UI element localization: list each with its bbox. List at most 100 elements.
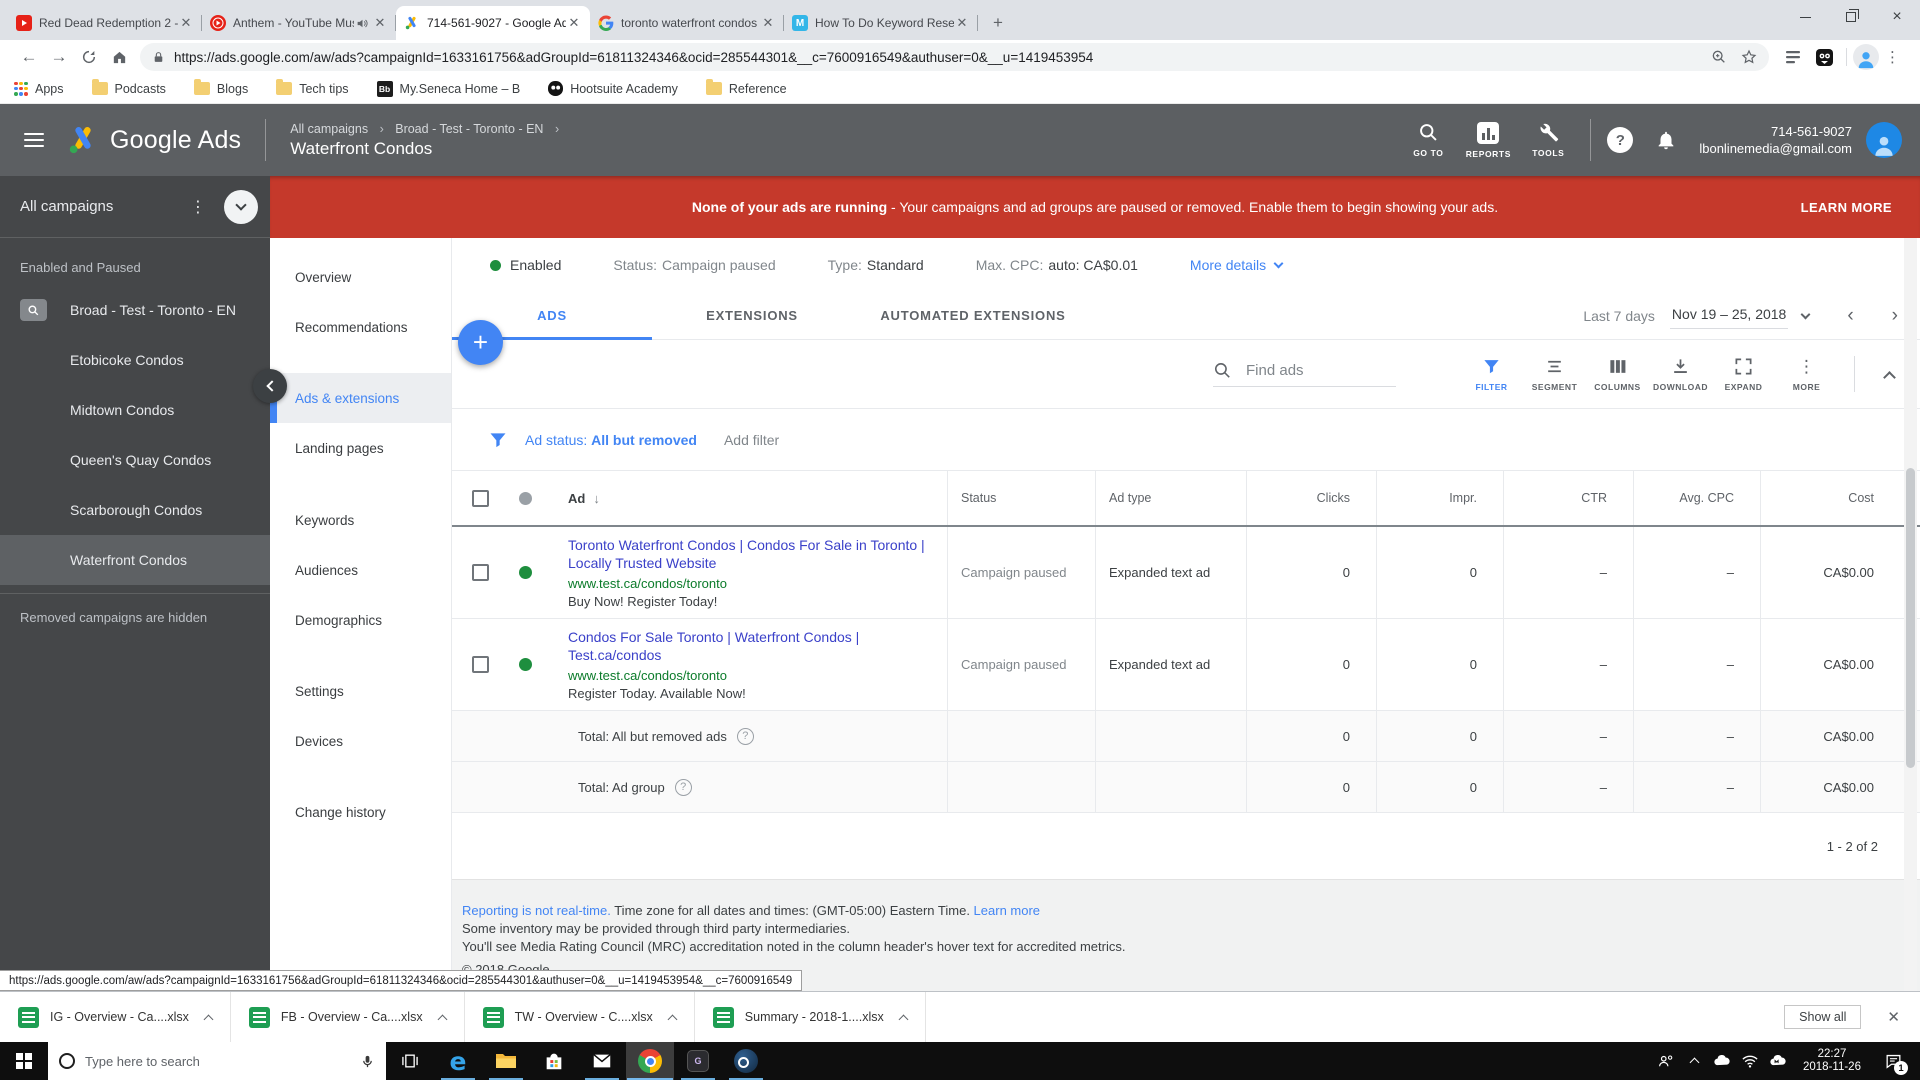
column-header-ctr[interactable]: CTR <box>1503 471 1633 525</box>
tab-audio-icon[interactable] <box>356 17 370 30</box>
nav-item-demographics[interactable]: Demographics <box>270 595 451 645</box>
taskbar-chrome-active[interactable] <box>626 1042 674 1080</box>
column-header-cost[interactable]: Cost <box>1760 471 1900 525</box>
scrollbar-thumb[interactable] <box>1906 468 1915 768</box>
bookmark-hootsuite-academy[interactable]: Hootsuite Academy <box>548 81 678 96</box>
tools-button[interactable]: TOOLS <box>1519 122 1577 158</box>
column-header-ad[interactable]: Ad <box>568 491 585 506</box>
browser-tab-moz[interactable]: M How To Do Keyword Research - T ✕ <box>784 6 978 40</box>
google-ads-logo[interactable]: Google Ads <box>66 123 241 157</box>
breadcrumb-all-campaigns[interactable]: All campaigns <box>290 122 368 136</box>
chevron-down-icon[interactable] <box>1800 309 1811 320</box>
download-item-summary[interactable]: Summary - 2018-1....xlsx <box>695 992 926 1042</box>
page-scrollbar[interactable] <box>1904 238 1917 991</box>
tab-automated-extensions[interactable]: AUTOMATED EXTENSIONS <box>852 292 1094 339</box>
reload-button[interactable] <box>74 43 104 71</box>
task-view-button[interactable] <box>386 1042 434 1080</box>
window-close-button[interactable]: × <box>1874 0 1920 34</box>
help-icon[interactable]: ? <box>674 778 692 796</box>
new-tab-button[interactable]: + <box>984 9 1012 37</box>
nav-item-keywords[interactable]: Keywords <box>270 495 451 545</box>
sidebar-collapse-button[interactable] <box>253 369 287 403</box>
nav-item-landing-pages[interactable]: Landing pages <box>270 423 451 473</box>
filter-button[interactable]: FILTER <box>1460 357 1523 392</box>
account-avatar[interactable] <box>1866 122 1902 158</box>
taskbar-gog[interactable]: G <box>674 1042 722 1080</box>
bookmark-star-icon[interactable] <box>1741 49 1757 65</box>
taskbar-clock[interactable]: 22:27 2018-11-26 <box>1792 1048 1872 1074</box>
add-ad-button[interactable]: + <box>458 320 503 365</box>
browser-menu-icon[interactable]: ⋮ <box>1885 48 1900 66</box>
mega-cloud-icon[interactable] <box>1764 1042 1792 1080</box>
tab-close-icon[interactable]: ✕ <box>760 15 776 31</box>
nav-item-recommendations[interactable]: Recommendations <box>270 302 451 352</box>
bookmark-podcasts[interactable]: Podcasts <box>91 79 166 96</box>
help-icon[interactable]: ? <box>1607 127 1634 153</box>
bookmark-reference[interactable]: Reference <box>705 79 787 96</box>
breadcrumb-ad-group[interactable]: Waterfront Condos <box>290 139 567 159</box>
download-item-tw[interactable]: TW - Overview - C....xlsx <box>465 992 695 1042</box>
nav-item-change-history[interactable]: Change history <box>270 787 451 837</box>
zoom-icon[interactable] <box>1711 49 1727 65</box>
date-range-selector[interactable]: Nov 19 – 25, 2018 <box>1669 304 1789 329</box>
download-button[interactable]: DOWNLOAD <box>1649 357 1712 392</box>
more-details-link[interactable]: More details <box>1190 257 1284 273</box>
taskbar-steam[interactable] <box>722 1042 770 1080</box>
hootsuite-extension-icon[interactable] <box>1816 48 1833 66</box>
bookmark-seneca[interactable]: Bb My.Seneca Home – B <box>376 80 520 97</box>
date-next-button[interactable]: › <box>1892 305 1898 327</box>
address-bar[interactable]: https://ads.google.com/aw/ads?campaignId… <box>140 43 1769 71</box>
window-restore-button[interactable] <box>1828 0 1874 34</box>
go-to-button[interactable]: GO TO <box>1399 122 1457 158</box>
taskbar-search[interactable] <box>48 1042 386 1080</box>
microphone-icon[interactable] <box>360 1054 375 1069</box>
back-button[interactable]: ← <box>14 43 44 71</box>
enabled-label[interactable]: Enabled <box>510 257 561 273</box>
taskbar-store[interactable] <box>530 1042 578 1080</box>
taskbar-mail[interactable] <box>578 1042 626 1080</box>
learn-more-link[interactable]: Learn more <box>974 903 1040 918</box>
browser-profile-avatar[interactable] <box>1853 44 1879 70</box>
sidebar-campaign-waterfront-selected[interactable]: Waterfront Condos <box>0 535 270 585</box>
people-icon[interactable] <box>1652 1042 1680 1080</box>
nav-item-overview[interactable]: Overview <box>270 252 451 302</box>
tab-close-icon[interactable]: ✕ <box>566 15 582 31</box>
browser-tab-youtube[interactable]: Red Dead Redemption 2 - YouTu ✕ <box>8 6 202 40</box>
browser-tab-youtube-music[interactable]: Anthem - YouTube Music ✕ <box>202 6 396 40</box>
menu-icon[interactable] <box>24 133 44 147</box>
row-checkbox[interactable] <box>472 656 489 673</box>
wifi-icon[interactable] <box>1736 1042 1764 1080</box>
ad-title-link[interactable]: Condos For Sale Toronto | Waterfront Con… <box>568 628 940 664</box>
forward-button[interactable]: → <box>44 43 74 71</box>
tab-close-icon[interactable]: ✕ <box>372 15 388 31</box>
start-button[interactable] <box>0 1042 48 1080</box>
help-icon[interactable]: ? <box>736 727 754 745</box>
ad-title-link[interactable]: Toronto Waterfront Condos | Condos For S… <box>568 536 940 572</box>
download-item-ig[interactable]: IG - Overview - Ca....xlsx <box>0 992 231 1042</box>
taskbar-search-input[interactable] <box>85 1053 360 1069</box>
add-filter-button[interactable]: Add filter <box>724 432 779 448</box>
bookmark-tech-tips[interactable]: Tech tips <box>276 79 349 96</box>
browser-tab-google-search[interactable]: toronto waterfront condos - Goo ✕ <box>590 6 784 40</box>
chevron-up-icon[interactable] <box>667 1014 678 1024</box>
sidebar-campaign-scarborough[interactable]: Scarborough Condos <box>0 485 270 535</box>
nav-item-ads-extensions-selected[interactable]: Ads & extensions <box>270 373 451 423</box>
find-ads-input[interactable] <box>1246 362 1396 379</box>
tab-close-icon[interactable]: ✕ <box>178 15 194 31</box>
close-downloads-bar-icon[interactable]: ✕ <box>1887 1008 1900 1026</box>
ad-status-filter-chip[interactable]: Ad status: All but removed <box>525 432 697 448</box>
nav-item-settings[interactable]: Settings <box>270 666 451 716</box>
enabled-status-dot[interactable] <box>519 658 532 671</box>
column-header-ad-type[interactable]: Ad type <box>1095 471 1246 525</box>
sidebar-menu-icon[interactable]: ⋮ <box>190 197 206 217</box>
taskbar-edge[interactable]: e <box>434 1042 482 1080</box>
sidebar-campaign-queens-quay[interactable]: Queen's Quay Condos <box>0 435 270 485</box>
reports-button[interactable]: REPORTS <box>1459 121 1517 159</box>
nav-item-devices[interactable]: Devices <box>270 716 451 766</box>
breadcrumb-campaign[interactable]: Broad - Test - Toronto - EN <box>395 122 543 136</box>
window-minimize-button[interactable] <box>1782 0 1828 34</box>
column-header-status[interactable]: Status <box>947 471 1095 525</box>
nav-item-audiences[interactable]: Audiences <box>270 545 451 595</box>
collapse-table-chevron[interactable] <box>1883 370 1896 384</box>
expand-button[interactable]: EXPAND <box>1712 357 1775 392</box>
